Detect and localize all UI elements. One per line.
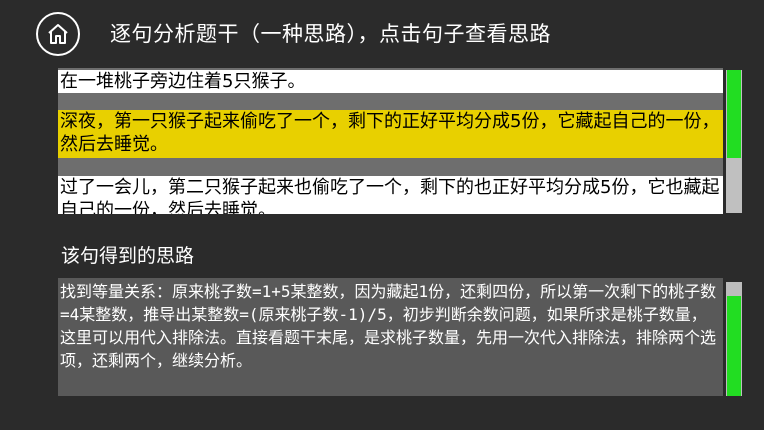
page-title: 逐句分析题干（一种思路），点击句子查看思路	[110, 22, 551, 46]
sentence-item-selected[interactable]: 深夜，第一只猴子起来偷吃了一个，剩下的正好平均分成5份，它藏起自己的一份，然后去…	[58, 110, 723, 158]
sentence-list[interactable]: 在一堆桃子旁边住着5只猴子。 深夜，第一只猴子起来偷吃了一个，剩下的正好平均分成…	[58, 68, 723, 214]
analysis-text: 找到等量关系：原来桃子数=1+5某整数，因为藏起1份，还剩四份，所以第一次剩下的…	[60, 282, 717, 370]
sentence-scroll-thumb[interactable]	[727, 70, 741, 158]
analysis-scrollbar[interactable]	[726, 282, 742, 396]
sentence-item[interactable]: 在一堆桃子旁边住着5只猴子。	[58, 70, 723, 93]
home-button[interactable]	[36, 12, 80, 56]
home-icon	[48, 24, 68, 44]
sentence-scrollbar[interactable]	[726, 70, 742, 213]
analysis-heading: 该句得到的思路	[61, 245, 195, 267]
sentence-item[interactable]: 过了一会儿，第二只猴子起来也偷吃了一个，剩下的也正好平均分成5份，它也藏起自己的…	[58, 176, 723, 214]
analysis-panel[interactable]: 找到等量关系：原来桃子数=1+5某整数，因为藏起1份，还剩四份，所以第一次剩下的…	[58, 278, 723, 396]
analysis-scroll-thumb[interactable]	[727, 296, 741, 396]
